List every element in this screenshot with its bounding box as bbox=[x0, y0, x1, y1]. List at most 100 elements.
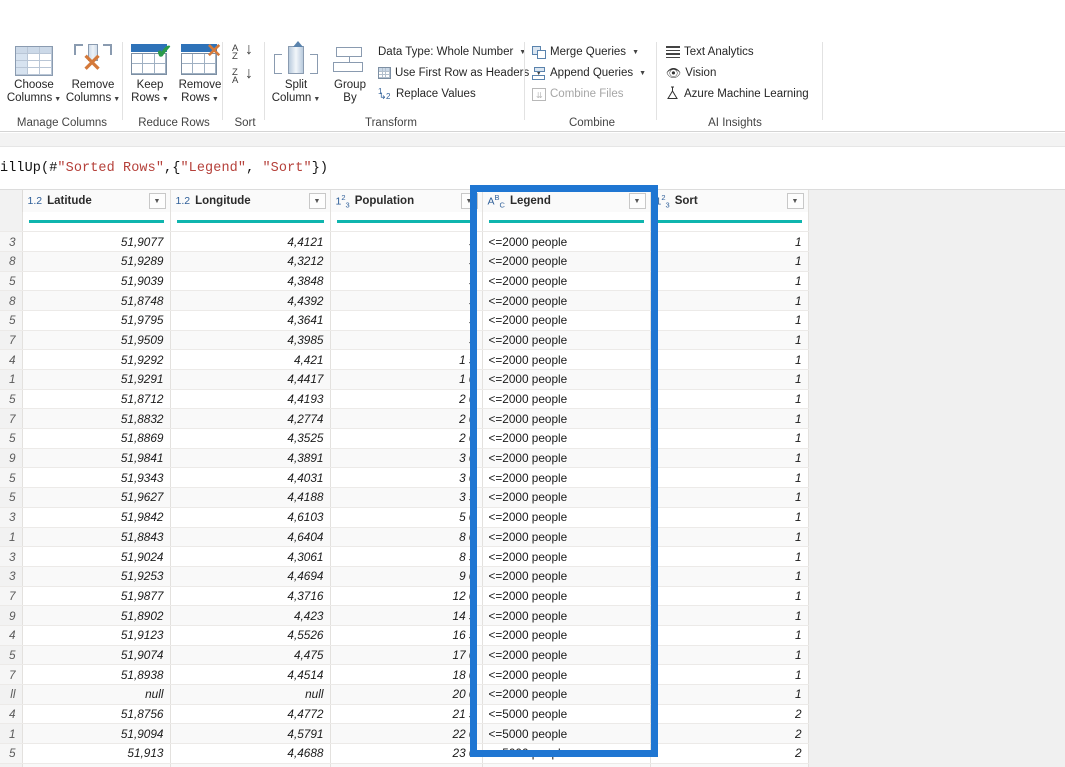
cell-longitude[interactable]: 4,3985 bbox=[170, 330, 331, 351]
cell-longitude[interactable]: 4,4392 bbox=[170, 290, 331, 311]
cell-sort[interactable]: 1 bbox=[650, 408, 809, 430]
row-number-cell[interactable]: 5 bbox=[0, 645, 23, 666]
cell-population[interactable]: 21 5 bbox=[330, 704, 483, 725]
cell-sort[interactable]: 2 bbox=[650, 743, 809, 764]
row-number-cell[interactable]: 9 bbox=[0, 448, 23, 469]
cell-longitude[interactable]: 4,3716 bbox=[170, 586, 331, 607]
group-by-button[interactable]: Group By bbox=[326, 40, 374, 104]
table-row[interactable]: 3 51,9077 4,4121 5 <=2000 people 1 bbox=[0, 231, 809, 252]
cell-latitude[interactable]: 51,9877 bbox=[22, 586, 171, 607]
row-number-cell[interactable]: 5 bbox=[0, 310, 23, 331]
cell-population[interactable]: 17 0 bbox=[330, 645, 483, 666]
merge-queries-button[interactable]: Merge Queries ▼ bbox=[532, 42, 639, 62]
cell-sort[interactable]: 2 bbox=[650, 704, 809, 725]
cell-sort[interactable]: 1 bbox=[650, 389, 809, 410]
sort-descending-button[interactable]: Z A ↓ bbox=[228, 66, 262, 88]
cell-sort[interactable]: 1 bbox=[650, 349, 809, 370]
cell-latitude[interactable]: 51,8869 bbox=[22, 428, 171, 449]
table-row[interactable]: 5 51,9074 4,475 17 0 <=2000 people 1 bbox=[0, 645, 809, 666]
cell-sort[interactable]: 1 bbox=[650, 527, 809, 548]
cell-population[interactable]: 3 0 bbox=[330, 448, 483, 469]
cell-latitude[interactable]: 51,8902 bbox=[22, 605, 171, 626]
cell-latitude[interactable]: 51,9039 bbox=[22, 271, 171, 292]
cell-legend[interactable]: <=2000 people bbox=[482, 684, 651, 705]
cell-sort[interactable]: 1 bbox=[650, 487, 809, 508]
cell-legend[interactable]: <=2000 people bbox=[482, 566, 651, 587]
text-analytics-button[interactable]: Text Analytics bbox=[666, 42, 754, 62]
row-number-cell[interactable]: 3 bbox=[0, 507, 23, 528]
cell-sort[interactable]: 1 bbox=[650, 310, 809, 331]
cell-sort[interactable]: 1 bbox=[650, 330, 809, 351]
cell-population[interactable]: 20 0 bbox=[330, 684, 483, 705]
cell-longitude[interactable]: 4,4772 bbox=[170, 704, 331, 725]
azure-machine-learning-button[interactable]: Azure Machine Learning bbox=[666, 84, 809, 104]
table-row[interactable]: 4 51,9123 4,5526 16 5 <=2000 people 1 bbox=[0, 625, 809, 646]
cell-population[interactable]: 16 5 bbox=[330, 625, 483, 646]
data-grid[interactable]: 1.2 Latitude ▼ 1.2 Longitude ▼ 123 Popul… bbox=[0, 185, 1065, 767]
cell-sort[interactable]: 1 bbox=[650, 586, 809, 607]
cell-longitude[interactable]: 4,4193 bbox=[170, 389, 331, 410]
table-row[interactable]: 5 51,9039 4,3848 5 <=2000 people 1 bbox=[0, 271, 809, 292]
cell-sort[interactable]: 1 bbox=[650, 664, 809, 685]
table-row[interactable]: 1 51,9291 4,4417 1 0 <=2000 people 1 bbox=[0, 369, 809, 390]
row-number-cell[interactable]: 3 bbox=[0, 231, 23, 252]
cell-sort[interactable]: 1 bbox=[650, 625, 809, 646]
cell-legend[interactable]: <=2000 people bbox=[482, 448, 651, 469]
cell-latitude[interactable]: 51,9253 bbox=[22, 566, 171, 587]
cell-population[interactable]: 2 0 bbox=[330, 428, 483, 449]
row-number-cell[interactable]: ll bbox=[0, 684, 23, 705]
vision-button[interactable]: 👁 Vision bbox=[666, 63, 716, 83]
cell-latitude[interactable]: 51,8843 bbox=[22, 527, 171, 548]
cell-longitude[interactable]: 4,4188 bbox=[170, 487, 331, 508]
table-row[interactable]: 5 51,9343 4,4031 3 0 <=2000 people 1 bbox=[0, 467, 809, 489]
table-row[interactable]: 4 51,9292 4,421 1 5 <=2000 people 1 bbox=[0, 349, 809, 370]
cell-legend[interactable]: <=2000 people bbox=[482, 605, 651, 626]
cell-legend[interactable]: <=2000 people bbox=[482, 645, 651, 666]
cell-legend[interactable]: <=2000 people bbox=[482, 586, 651, 607]
row-number-cell[interactable]: 7 bbox=[0, 330, 23, 351]
cell-longitude[interactable]: 4,5791 bbox=[170, 723, 331, 745]
cell-population[interactable]: 5 bbox=[330, 310, 483, 331]
replace-values-button[interactable]: 1 ↳ 2 Replace Values bbox=[378, 84, 476, 104]
column-header-latitude[interactable]: 1.2 Latitude ▼ bbox=[22, 190, 171, 212]
row-number-cell[interactable]: 3 bbox=[0, 566, 23, 587]
cell-latitude[interactable]: 51,9292 bbox=[22, 349, 171, 370]
cell-sort[interactable]: 1 bbox=[650, 507, 809, 528]
row-number-cell[interactable]: 4 bbox=[0, 704, 23, 725]
cell-longitude[interactable]: 4,421 bbox=[170, 349, 331, 370]
cell-sort[interactable]: 1 bbox=[650, 645, 809, 666]
cell-legend[interactable]: <=5000 people bbox=[482, 723, 651, 745]
cell-population[interactable]: 2 0 bbox=[330, 408, 483, 430]
cell-latitude[interactable]: 51,8748 bbox=[22, 290, 171, 311]
cell-legend[interactable]: <=2000 people bbox=[482, 369, 651, 390]
cell-population[interactable]: 5 bbox=[330, 271, 483, 292]
table-row[interactable]: 7 51,8938 4,4514 18 0 <=2000 people 1 bbox=[0, 664, 809, 685]
table-row[interactable]: 551,86694,400426 0<=5000 people2 bbox=[0, 763, 809, 767]
cell-longitude[interactable]: 4,3212 bbox=[170, 251, 331, 272]
table-row[interactable]: 4 51,8756 4,4772 21 5 <=5000 people 2 bbox=[0, 704, 809, 725]
use-first-row-as-headers-button[interactable]: Use First Row as Headers ▼ bbox=[378, 63, 542, 83]
cell-longitude[interactable]: 4,6404 bbox=[170, 527, 331, 548]
column-filter-dropdown-icon[interactable]: ▼ bbox=[460, 193, 478, 209]
row-number-cell[interactable]: 8 bbox=[0, 251, 23, 272]
cell-longitude[interactable]: 4,4004 bbox=[170, 763, 331, 767]
sort-ascending-button[interactable]: A Z ↓ bbox=[228, 42, 262, 64]
row-number-cell[interactable]: 5 bbox=[0, 487, 23, 508]
chevron-down-icon[interactable]: ▼ bbox=[632, 49, 639, 56]
cell-population[interactable]: 5 bbox=[330, 290, 483, 311]
chevron-down-icon[interactable]: ▼ bbox=[639, 70, 646, 77]
cell-population[interactable]: 5 bbox=[330, 330, 483, 351]
cell-sort[interactable]: 1 bbox=[650, 290, 809, 311]
choose-columns-button[interactable]: Choose Columns ▼ bbox=[6, 40, 62, 106]
cell-latitude[interactable]: 51,9077 bbox=[22, 231, 171, 252]
cell-latitude[interactable]: 51,8756 bbox=[22, 704, 171, 725]
cell-population[interactable]: 5 bbox=[330, 231, 483, 252]
cell-longitude[interactable]: 4,6103 bbox=[170, 507, 331, 528]
cell-latitude[interactable]: 51,913 bbox=[22, 743, 171, 764]
cell-legend[interactable]: <=2000 people bbox=[482, 546, 651, 567]
row-number-cell[interactable]: 9 bbox=[0, 605, 23, 626]
formula-bar[interactable]: illUp(#"Sorted Rows",{"Legend", "Sort"}) bbox=[0, 147, 1065, 190]
table-row[interactable]: 5 51,9795 4,3641 5 <=2000 people 1 bbox=[0, 310, 809, 331]
cell-sort[interactable]: 1 bbox=[650, 605, 809, 626]
data-type-button[interactable]: Data Type: Whole Number ▼ bbox=[378, 42, 526, 62]
